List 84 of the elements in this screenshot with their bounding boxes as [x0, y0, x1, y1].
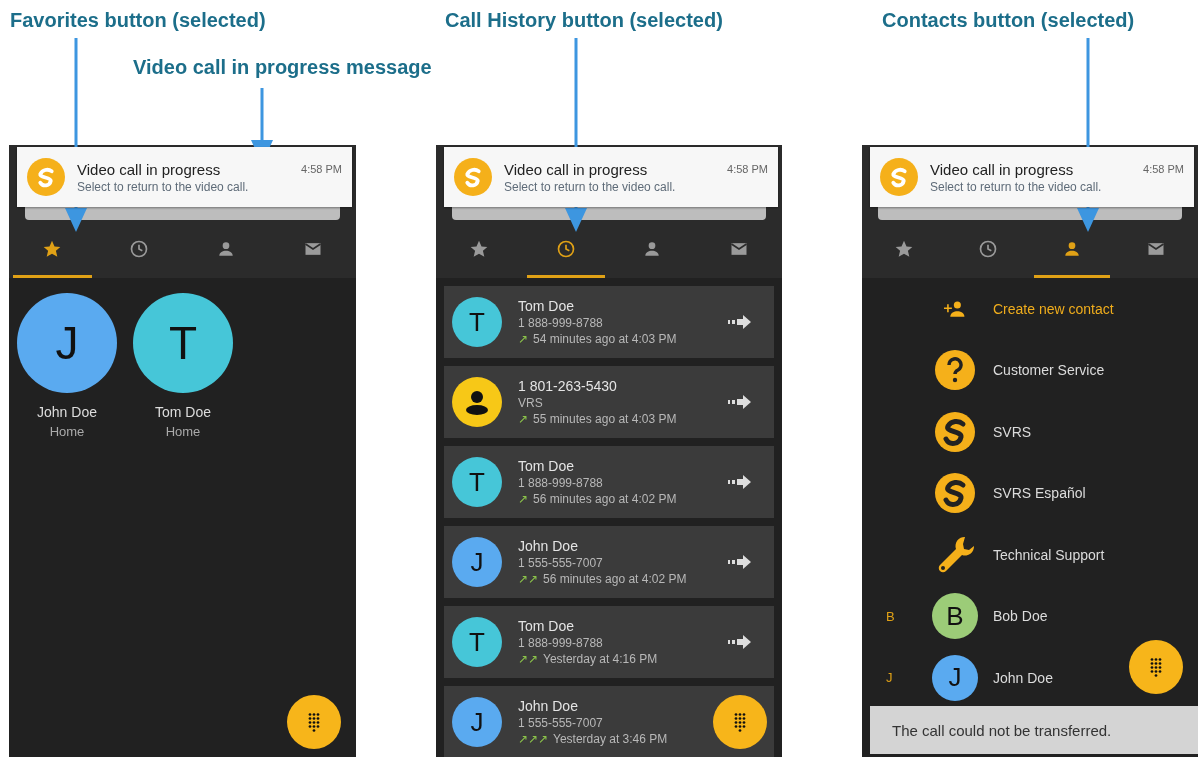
help-icon	[935, 350, 975, 391]
call-card[interactable]: T Tom Doe 1 888-999-8788 ↗ 54 minutes ago at 4:03 PM	[444, 286, 774, 358]
caller-name: Tom Doe	[518, 298, 576, 314]
logo-icon	[454, 158, 492, 196]
caller-number: 1 555-555-7007	[518, 716, 604, 730]
avatar[interactable]: J	[17, 293, 117, 393]
notification-text: Select to return to the video call.	[77, 179, 250, 194]
contact-name: John Doe	[993, 669, 1053, 686]
add-person-icon	[944, 300, 966, 317]
outgoing-call-arrow: ↗	[518, 332, 528, 346]
call-time: Yesterday at 3:46 PM	[553, 732, 668, 746]
notification-title: Video call in progress	[504, 160, 649, 178]
avatar[interactable]: T	[133, 293, 233, 393]
notification-time: 4:58 PM	[1143, 163, 1184, 175]
caller-number: 1 888-999-8788	[518, 316, 604, 330]
caller-name: John Doe	[518, 698, 579, 714]
outgoing-call-arrow: ↗↗	[518, 652, 538, 666]
avatar: J	[452, 537, 502, 587]
caller-number: VRS	[518, 396, 544, 410]
contact-label: Home	[49, 424, 85, 439]
caller-number: 1 888-999-8788	[518, 476, 604, 490]
avatar: T	[452, 297, 502, 347]
call-card[interactable]: J John Doe 1 555-555-7007 ↗↗↗ Yesterday at 3:46 PM	[444, 686, 774, 757]
dialpad-button[interactable]	[1129, 640, 1183, 694]
notification-card[interactable]: Video call in progress Select to return to the video call. 4:58 PM	[444, 147, 778, 207]
notification-card[interactable]: Video call in progress Select to return to the video call. 4:58 PM	[17, 147, 352, 207]
clock-icon	[555, 238, 576, 259]
logo-icon	[27, 158, 65, 196]
callout-label: Contacts button (selected)	[882, 9, 1135, 32]
avatar: J	[932, 654, 978, 701]
notification-time: 4:58 PM	[727, 163, 768, 175]
contact-name: Technical Support	[993, 546, 1105, 563]
notification-card[interactable]: Video call in progress Select to return to the video call. 4:58 PM	[870, 147, 1194, 207]
contact-name: SVRS	[993, 423, 1032, 440]
caller-number: 1 888-999-8788	[518, 636, 604, 650]
contact-name: John Doe	[37, 404, 97, 420]
call-card[interactable]: T Tom Doe 1 888-999-8788 ↗↗ Yesterday at 4:16 PM	[444, 606, 774, 678]
outgoing-call-arrow: ↗↗↗	[518, 732, 548, 746]
create-contact-link[interactable]: Create new contact	[993, 300, 1114, 317]
notification-title: Video call in progress	[77, 160, 222, 178]
caller-name: 1 801-263-5430	[518, 378, 618, 394]
call-time: 56 minutes ago at 4:02 PM	[533, 492, 677, 506]
caller-name: Tom Doe	[518, 458, 576, 474]
notification-time: 4:58 PM	[301, 163, 342, 175]
call-card[interactable]: J John Doe 1 555-555-7007 ↗↗ 56 minutes ago at 4:02 PM	[444, 526, 774, 598]
callout-label: Favorites button (selected)	[10, 9, 267, 32]
toast-message: The call could not be transferred.	[870, 706, 1198, 754]
callout-label: Video call in progress message	[133, 56, 432, 78]
dialpad-icon	[306, 711, 322, 733]
notification-text: Select to return to the video call.	[930, 179, 1103, 194]
section-letter: B	[886, 608, 895, 624]
contact-name: Tom Doe	[155, 404, 211, 420]
call-time: Yesterday at 4:16 PM	[543, 652, 658, 666]
contact-name: Bob Doe	[993, 608, 1048, 625]
dialpad-icon	[1148, 656, 1164, 678]
outgoing-call-arrow: ↗	[518, 492, 528, 506]
dialpad-icon	[732, 711, 748, 733]
avatar: J	[452, 697, 502, 747]
dialpad-button[interactable]	[287, 695, 341, 749]
logo-icon	[935, 411, 975, 452]
avatar: B	[932, 593, 978, 640]
section-letter: J	[886, 670, 893, 686]
call-time: 56 minutes ago at 4:02 PM	[543, 572, 687, 586]
outgoing-call-arrow: ↗	[518, 412, 528, 426]
call-time: 55 minutes ago at 4:03 PM	[533, 412, 677, 426]
contact-name: SVRS Español	[993, 485, 1086, 502]
clock-icon	[129, 238, 150, 259]
avatar: T	[452, 617, 502, 667]
call-card[interactable]: 1 801-263-5430 VRS ↗ 55 minutes ago at 4:03 PM	[444, 366, 774, 438]
caller-name: John Doe	[518, 538, 579, 554]
notification-title: Video call in progress	[930, 160, 1075, 178]
callout-label: Call History button (selected)	[445, 9, 724, 32]
avatar: T	[452, 457, 502, 507]
logo-icon	[935, 473, 975, 514]
contact-label: Home	[165, 424, 201, 439]
call-time: 54 minutes ago at 4:03 PM	[533, 332, 677, 346]
outgoing-call-arrow: ↗↗	[518, 572, 538, 586]
contact-name: Customer Service	[993, 362, 1105, 379]
clock-icon	[978, 238, 998, 259]
caller-name: Tom Doe	[518, 618, 576, 634]
logo-icon	[880, 158, 918, 196]
call-card[interactable]: T Tom Doe 1 888-999-8788 ↗ 56 minutes ago at 4:02 PM	[444, 446, 774, 518]
caller-number: 1 555-555-7007	[518, 556, 604, 570]
notification-text: Select to return to the video call.	[504, 179, 677, 194]
